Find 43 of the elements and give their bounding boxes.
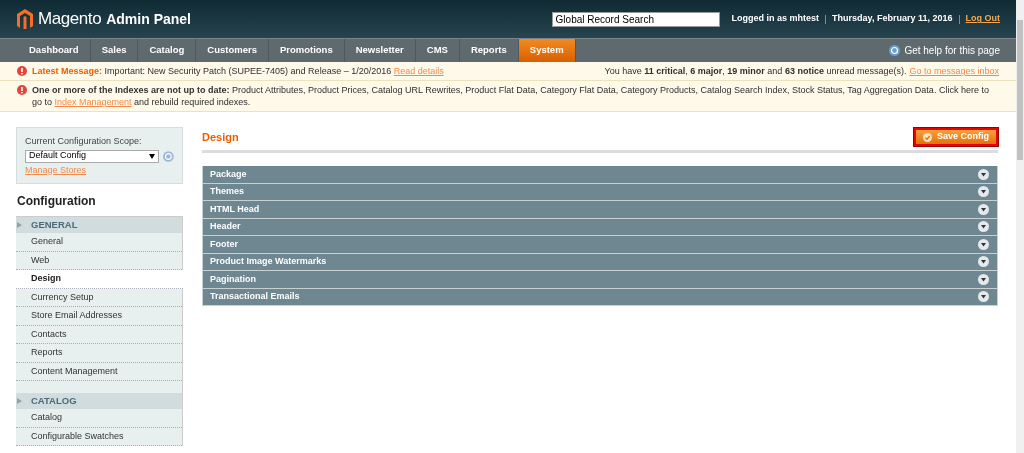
page-title: Design — [202, 129, 239, 145]
section-heading: GENERAL — [31, 217, 78, 232]
warning-icon — [17, 66, 27, 76]
scrollbar-thumb[interactable] — [1017, 20, 1023, 160]
logo-subtitle: Admin Panel — [106, 9, 191, 29]
sidebar-item[interactable]: Store Email Addresses — [16, 307, 182, 326]
search-field[interactable]: Global Record Search — [551, 11, 720, 27]
sidebar-item[interactable]: Contacts — [16, 325, 182, 344]
scope-dropdown[interactable]: Default Config — [25, 149, 160, 163]
sidebar-item[interactable]: Design — [16, 270, 183, 289]
collapsible-header[interactable]: Transactional Emails — [203, 288, 997, 305]
triangle-icon — [17, 222, 22, 228]
collapsible-header[interactable]: Header — [203, 218, 997, 235]
sidebar-item[interactable]: Currency Setup — [16, 288, 182, 307]
help-icon — [163, 150, 174, 162]
sidebar-item[interactable]: Content Management — [16, 362, 182, 381]
warning-icon — [17, 85, 27, 95]
help-icon — [889, 45, 901, 56]
caret-icon — [149, 153, 156, 159]
sidebar-item[interactable]: Reports — [16, 344, 182, 363]
message-text: One or more of the Indexes are not up to date: Product Attributes, Product Prices, Catalog URL Rewrites, Product Flat Data, Category Flat Data, Category Products, Catalog Search Index, Stock Status, Tag Aggregation Data. Click here to go to Index Management and rebuild required indexes. — [32, 84, 990, 108]
message-summary: You have 11 critical, 6 major, 19 minor and 63 notice unread message(s). — [604, 65, 907, 77]
nav-tab[interactable]: System — [518, 39, 576, 62]
collapsible-header[interactable]: Package — [203, 166, 997, 183]
check-icon — [923, 132, 932, 142]
message-text: Latest Message: Important: New Security Patch (SUPEE-7405) and Release – 1/20/2016 Read details — [32, 65, 445, 77]
collapsible-header[interactable]: HTML Head — [203, 201, 997, 218]
sidebar-item[interactable]: General — [16, 233, 182, 252]
triangle-icon — [17, 398, 22, 404]
section-heading: CATALOG — [31, 393, 77, 408]
help-link[interactable]: Get help for this page — [904, 43, 1000, 58]
logout-link[interactable]: Log Out — [965, 12, 1000, 26]
sidebar-item[interactable]: Configurable Swatches — [16, 427, 182, 446]
collapsible-header[interactable]: Footer — [203, 236, 997, 253]
logo-text: Magento — [38, 8, 102, 31]
logged-in-text: Logged in as mhtest — [731, 12, 820, 26]
collapsible-header[interactable]: Themes — [203, 183, 997, 200]
collapsible-header[interactable]: Pagination — [203, 271, 997, 288]
collapsible-header[interactable]: Product Image Watermarks — [203, 253, 997, 270]
sidebar-item[interactable]: Catalog — [16, 409, 182, 428]
scope-label: Current Configuration Scope: — [25, 135, 143, 148]
date-text: Thursday, February 11, 2016 — [832, 12, 953, 26]
logo-icon — [17, 9, 33, 29]
